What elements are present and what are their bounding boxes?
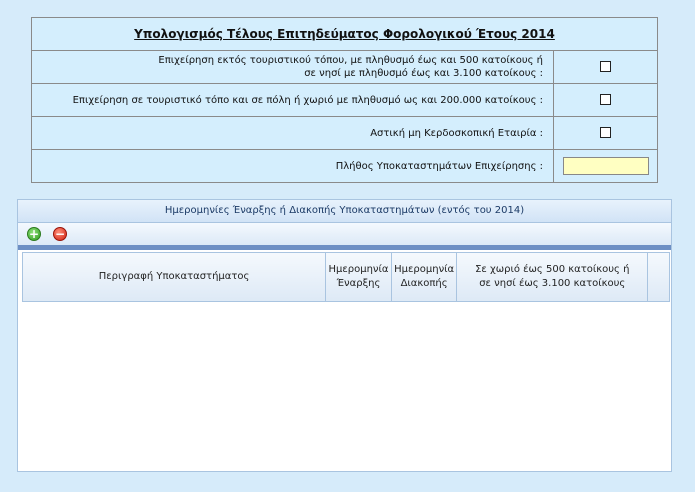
row-label-remote-area: Επιχείρηση εκτός τουριστικού τόπου, με π… [31, 50, 554, 84]
remove-icon[interactable]: − [53, 227, 67, 241]
form-title: Υπολογισμός Τέλους Επιτηδεύματος Φορολογ… [31, 17, 658, 51]
panel-toolbar: + − [18, 223, 671, 245]
nonprofit-checkbox[interactable] [600, 127, 611, 139]
tax-form-table: Υπολογισμός Τέλους Επιτηδεύματος Φορολογ… [31, 17, 658, 183]
col-header-end-date[interactable]: Ημερομηνία Διακοπής [390, 252, 458, 302]
col-header-filler [647, 252, 670, 302]
panel-title: Ημερομηνίες Έναρξης ή Διακοπής Υποκαταστ… [18, 200, 671, 223]
row-label-branch-count: Πλήθος Υποκαταστημάτων Επιχείρησης : [31, 149, 554, 183]
row-label-tourist-area: Επιχείρηση σε τουριστικό τόπο και σε πόλ… [31, 83, 554, 117]
col-header-remote-area[interactable]: Σε χωριό έως 500 κατοίκους ή σε νησί έως… [456, 252, 649, 302]
toolbar-separator [18, 245, 671, 250]
tourist-area-checkbox[interactable] [600, 94, 611, 106]
add-icon[interactable]: + [27, 227, 41, 241]
row-label-nonprofit: Αστική μη Κερδοσκοπική Εταιρία : [31, 116, 554, 150]
branches-panel: Ημερομηνίες Έναρξης ή Διακοπής Υποκαταστ… [17, 199, 672, 472]
col-header-start-date[interactable]: Ημερομηνία Έναρξης [325, 252, 392, 302]
col-header-description[interactable]: Περιγραφή Υποκαταστήματος [21, 252, 327, 302]
branches-grid-header: Περιγραφή Υποκαταστήματος Ημερομηνία Ένα… [21, 252, 670, 302]
remote-area-checkbox[interactable] [600, 61, 611, 73]
branch-count-input[interactable] [562, 157, 649, 175]
